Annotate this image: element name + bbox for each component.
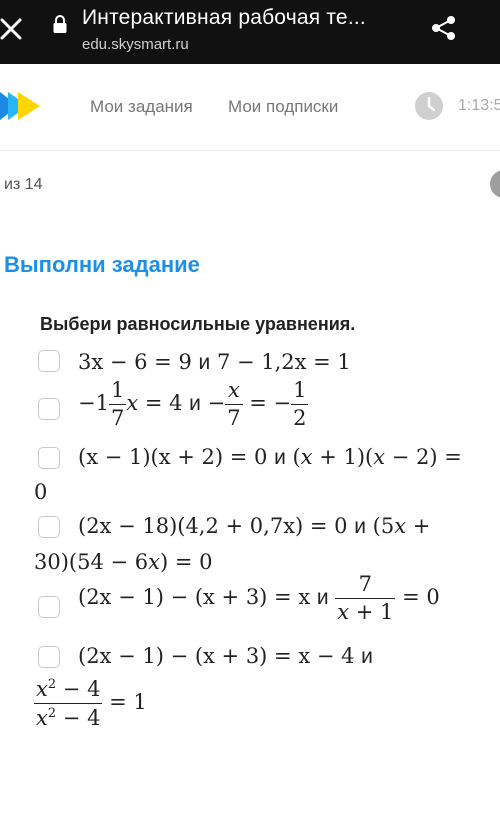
- close-icon[interactable]: [0, 14, 24, 42]
- option-4-line-2: 30)(54 − 6x) = 0: [34, 550, 213, 574]
- option-4-checkbox[interactable]: [38, 516, 60, 538]
- nav-my-subscriptions[interactable]: Мои подписки: [228, 97, 338, 117]
- share-icon[interactable]: [430, 14, 458, 42]
- browser-top-bar: Интерактивная рабочая те... edu.skysmart…: [0, 0, 500, 64]
- option-1-equations: 3x − 6 = 9 и 7 − 1,2x = 1: [78, 350, 351, 375]
- site-navbar: Мои задания Мои подписки 1:13:5: [0, 64, 500, 150]
- option-1-left: 3x − 6 = 9: [78, 350, 192, 374]
- option-5-and: и: [316, 586, 329, 609]
- option-5-left: (2x − 1) − (x + 3) = x: [78, 585, 311, 609]
- option-4-left: (2x − 18)(4,2 + 0,7x) = 0: [78, 514, 348, 538]
- option-4-and: и: [354, 515, 366, 538]
- page-url: edu.skysmart.ru: [82, 36, 189, 53]
- option-1-and: и: [198, 351, 211, 374]
- option-3-line-2: 0: [34, 480, 48, 504]
- option-3-checkbox[interactable]: [38, 447, 60, 469]
- option-3-and: и: [274, 446, 286, 469]
- option-1-right: 7 − 1,2x = 1: [216, 350, 351, 374]
- task-prompt: Выбери равносильные уравнения.: [40, 314, 356, 334]
- option-3-line-1: (x − 1)(x + 2) = 0 и (x + 1)(x − 2) =: [78, 445, 462, 469]
- option-2-checkbox[interactable]: [38, 398, 60, 420]
- option-6-line-1: (2x − 1) − (x + 3) = x − 4 и: [78, 644, 373, 669]
- option-4-line-1: (2x − 18)(4,2 + 0,7x) = 0 и (5x +: [78, 514, 431, 538]
- option-2-equations: −1 1 7 x = 4 и − x 7 = −1 2: [78, 378, 309, 430]
- option-1-checkbox[interactable]: [38, 350, 60, 372]
- task-heading: Выполни задание: [4, 252, 200, 277]
- option-3-left: (x − 1)(x + 2) = 0: [78, 445, 268, 469]
- divider: [0, 150, 500, 151]
- nav-my-tasks[interactable]: Мои задания: [90, 97, 193, 117]
- option-6-left: (2x − 1) − (x + 3) = x − 4: [78, 644, 355, 668]
- lock-icon: [53, 15, 67, 33]
- task-counter: из 14: [4, 176, 43, 193]
- option-5-checkbox[interactable]: [38, 596, 60, 618]
- option-2-and: и: [189, 392, 201, 415]
- option-6-and: и: [361, 645, 373, 668]
- next-task-button[interactable]: [490, 170, 500, 198]
- option-6-checkbox[interactable]: [38, 646, 60, 668]
- option-5-equations: (2x − 1) − (x + 3) = x и 7x + 1 = 0: [78, 572, 440, 624]
- skysmart-logo[interactable]: [0, 92, 44, 120]
- option-6-line-2: x2 − 4 x2 − 4 = 1: [34, 677, 147, 730]
- clock-icon: [415, 92, 443, 120]
- timer-value: 1:13:5: [458, 97, 500, 114]
- page-title: Интерактивная рабочая те...: [82, 6, 366, 29]
